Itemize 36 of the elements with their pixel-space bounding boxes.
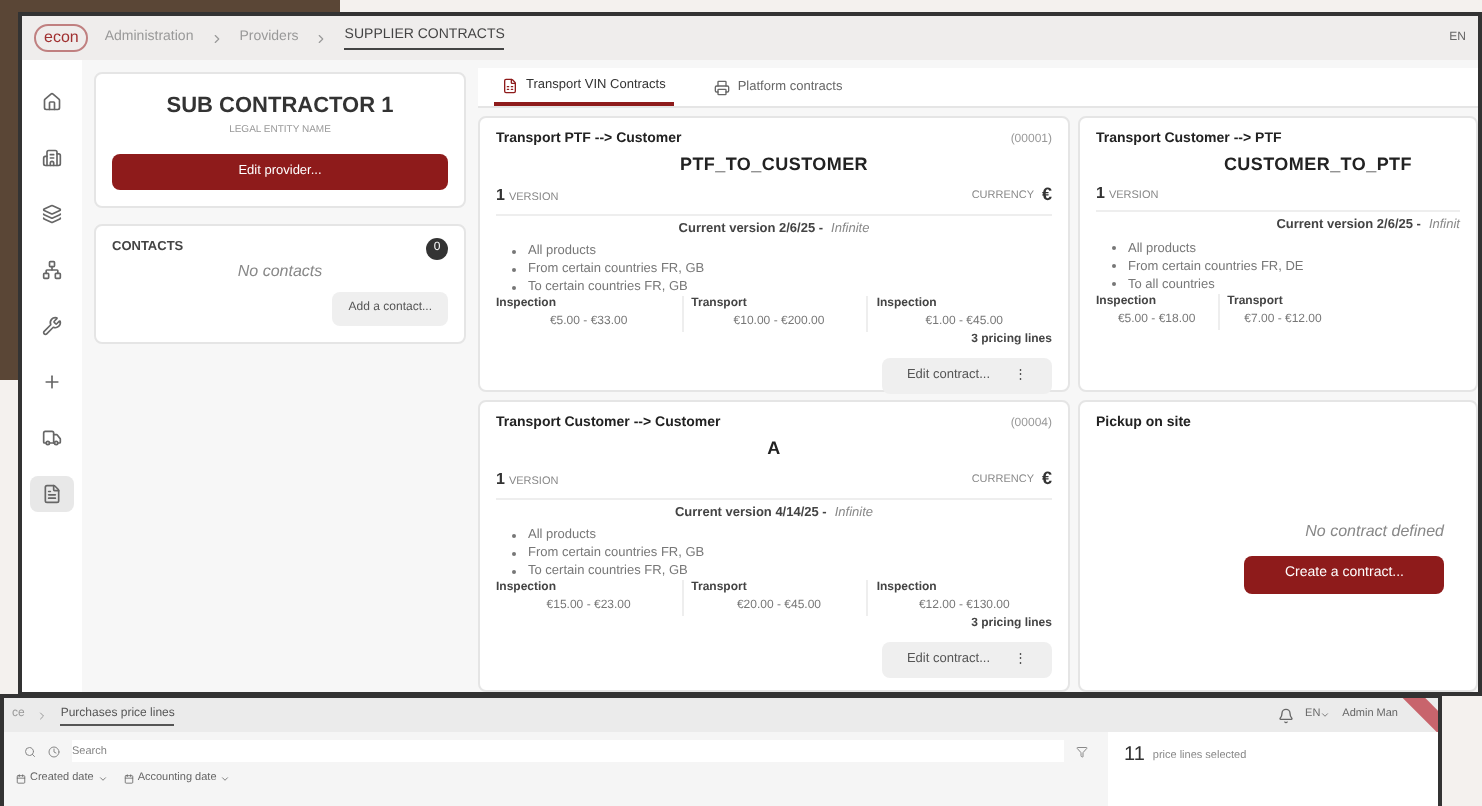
version-count: 1 [496, 183, 505, 208]
clock-icon [48, 745, 60, 757]
caret-icon [1320, 710, 1331, 720]
currency-symbol: € [1041, 466, 1052, 492]
provider-name: SUB CONTRACTOR 1 [166, 92, 394, 122]
spreadsheet-icon [502, 77, 518, 93]
search-icon [24, 745, 36, 757]
contract-name: PTF_TO_CUSTOMER [679, 151, 869, 177]
caret-icon [220, 773, 231, 784]
selection-count: 11 [1124, 742, 1145, 770]
network-icon [42, 260, 62, 280]
layers-icon [42, 204, 62, 224]
calendar-icon [16, 773, 26, 784]
plus-icon [42, 372, 62, 392]
building-icon [42, 148, 62, 168]
currency-symbol: € [1041, 182, 1052, 208]
chevron-icon [36, 709, 49, 721]
filter-icon [1076, 745, 1088, 757]
sidebar-item[interactable] [30, 476, 74, 512]
version-count: 1 [496, 467, 505, 492]
version-count: 1 [1096, 182, 1105, 206]
caret-icon [97, 773, 108, 784]
empty-message: No contacts [237, 259, 323, 284]
tools-icon [42, 316, 62, 336]
app-logo: econ [34, 24, 89, 52]
calendar-icon [123, 773, 134, 784]
empty-message: No contract defined [1305, 520, 1444, 544]
contract-name: A [767, 435, 781, 461]
home-icon [42, 92, 62, 112]
document-icon [42, 484, 62, 504]
truck-icon [42, 428, 62, 448]
chevron-icon [209, 31, 224, 45]
contract-name: CUSTOMER_TO_PTF [1223, 151, 1414, 177]
chevron-icon [314, 31, 329, 45]
printer-icon [713, 79, 730, 95]
bell-icon[interactable] [1277, 707, 1294, 723]
